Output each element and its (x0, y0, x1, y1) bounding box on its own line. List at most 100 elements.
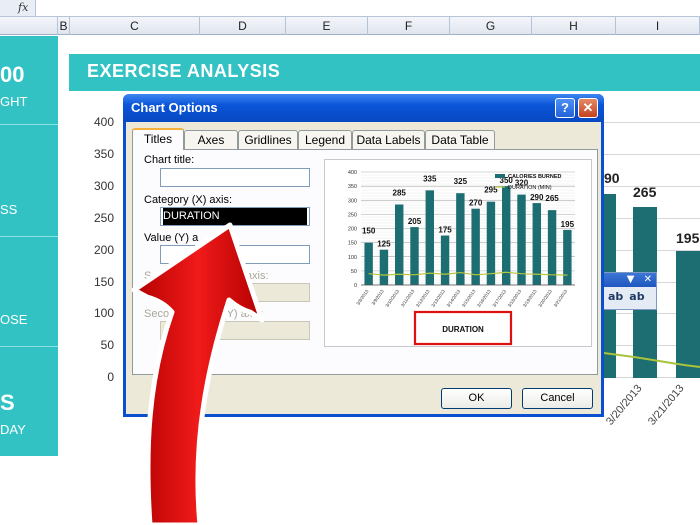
second-category-axis-field (160, 283, 310, 302)
column-header-f[interactable]: F (368, 17, 450, 35)
angle-text-down-button[interactable]: ab (629, 290, 644, 303)
column-header-c[interactable]: C (70, 17, 200, 35)
sidebar-label-2: SS (0, 202, 18, 217)
preview-x-tick: 3/15/2013 (461, 288, 477, 308)
column-headers: B C D E F G H I (0, 17, 700, 35)
sidebar-value-1: 00 (0, 62, 25, 87)
background-bar-label: 195 (676, 230, 700, 246)
formula-bar[interactable]: fx (0, 0, 700, 17)
tab-data-table[interactable]: Data Table (425, 130, 495, 149)
background-date-label: 3/21/2013 (646, 382, 687, 428)
dropdown-icon[interactable]: ▼ (627, 274, 635, 285)
excel-window: fx B C D E F G H I 00 GHT SS OSE S DAY E… (0, 0, 700, 525)
preview-bar-label: 265 (545, 194, 559, 203)
tab-axes[interactable]: Axes (184, 130, 238, 149)
preview-y-tick: 400 (348, 170, 357, 176)
preview-y-tick: 50 (351, 269, 357, 275)
tab-gridlines[interactable]: Gridlines (238, 130, 298, 149)
dashboard-banner: EXERCISE ANALYSIS (69, 54, 700, 91)
second-category-axis-label: Sy axis: (144, 270, 269, 282)
preview-y-tick: 200 (348, 227, 357, 233)
sidebar-divider (0, 236, 58, 237)
preview-bar-label: 335 (423, 174, 437, 183)
value-y-axis-field[interactable] (160, 245, 310, 264)
fx-icon[interactable]: fx (0, 0, 36, 16)
category-x-axis-label: Category (X) axis: (144, 194, 233, 206)
chart-title-field[interactable] (160, 168, 310, 187)
background-y-tick: 100 (93, 306, 114, 321)
preview-bar (410, 227, 419, 285)
preview-legend-label: CALORIES BURNED (508, 174, 562, 180)
preview-legend-label: DURATION (MIN) (508, 185, 552, 191)
preview-x-tick: 3/13/2013 (430, 288, 446, 308)
preview-y-tick: 150 (348, 241, 357, 247)
dialog-title: Chart Options (131, 100, 218, 115)
preview-bar-label: 290 (530, 193, 544, 202)
dashboard-title: EXERCISE ANALYSIS (87, 61, 281, 81)
column-header-d[interactable]: D (200, 17, 286, 35)
background-bar-label: 265 (633, 184, 657, 200)
floating-chart-toolbar[interactable]: ▼ ✕ ab ab (603, 272, 657, 310)
sidebar-label-3: OSE (0, 312, 28, 327)
column-header-g[interactable]: G (450, 17, 532, 35)
dialog-titlebar[interactable]: Chart Options ? ✕ (123, 94, 604, 122)
second-value-axis-label: Second le (Y) axis: (144, 308, 264, 320)
category-x-axis-field[interactable]: DURATION (160, 207, 310, 226)
preview-x-tick: 3/17/2013 (491, 288, 507, 308)
chart-options-dialog: Chart Options ? ✕ Titles Axes Gridlines … (123, 94, 604, 417)
column-header-h[interactable]: H (532, 17, 616, 35)
ok-button[interactable]: OK (441, 388, 512, 409)
background-y-tick: 250 (93, 210, 114, 225)
tab-data-labels[interactable]: Data Labels (352, 130, 425, 149)
preview-bar-label: 175 (438, 226, 452, 235)
preview-bar (379, 249, 389, 285)
floating-toolbar-header[interactable]: ▼ ✕ (604, 273, 656, 287)
column-header-a[interactable] (0, 17, 58, 35)
preview-y-tick: 350 (348, 184, 357, 190)
preview-bar (471, 208, 480, 285)
column-header-b[interactable]: B (58, 17, 70, 35)
preview-y-tick: 100 (348, 255, 357, 261)
background-y-tick: 200 (93, 242, 114, 257)
cancel-button[interactable]: Cancel (522, 388, 593, 409)
background-y-tick: 300 (93, 178, 114, 193)
second-value-axis-field (160, 321, 310, 340)
tab-legend[interactable]: Legend (298, 130, 352, 149)
preview-chart: 0 50 100 150 200 250 300 350 400 150 3/8/2013 125 3/… (348, 170, 575, 346)
angle-text-up-button[interactable]: ab (608, 290, 623, 303)
preview-bar (517, 194, 526, 285)
close-button[interactable]: ✕ (578, 98, 598, 118)
preview-y-tick: 250 (348, 212, 357, 218)
sidebar-label-1: GHT (0, 94, 28, 109)
preview-y-tick: 0 (354, 283, 357, 289)
column-header-e[interactable]: E (286, 17, 368, 35)
dashboard-sidebar: 00 GHT SS OSE S DAY (0, 36, 58, 456)
preview-bar-label: 205 (408, 217, 422, 226)
value-y-axis-label: Value (Y) a (144, 232, 199, 244)
preview-bar (364, 242, 373, 285)
preview-x-tick: 3/18/2013 (507, 288, 523, 308)
background-y-tick: 350 (93, 146, 114, 161)
background-gridline (604, 122, 700, 123)
preview-x-tick: 3/12/2013 (415, 288, 431, 308)
background-y-tick: 0 (107, 370, 114, 385)
preview-bar-label: 285 (393, 188, 407, 197)
column-header-i[interactable]: I (616, 17, 700, 35)
help-button[interactable]: ? (555, 98, 575, 118)
background-y-tick: 150 (93, 274, 114, 289)
chart-title-label: Chart title: (144, 154, 195, 166)
background-duration-line (604, 352, 700, 368)
titles-tab-panel: Chart title: Category (X) axis: DURATION… (132, 149, 598, 375)
sidebar-value-4: S (0, 390, 15, 415)
background-bar-label: 90 (604, 170, 620, 186)
preview-bar-label: 195 (561, 220, 575, 229)
background-y-tick: 50 (100, 338, 114, 353)
preview-x-tick: 3/16/2013 (476, 288, 492, 308)
tab-titles[interactable]: Titles (132, 128, 184, 150)
preview-bar (425, 190, 434, 285)
preview-bar (440, 235, 450, 285)
preview-x-tick: 3/11/2013 (400, 288, 416, 307)
preview-x-tick: 3/10/2013 (384, 288, 400, 308)
preview-bar-label: 325 (454, 177, 468, 186)
close-icon[interactable]: ✕ (644, 274, 652, 285)
